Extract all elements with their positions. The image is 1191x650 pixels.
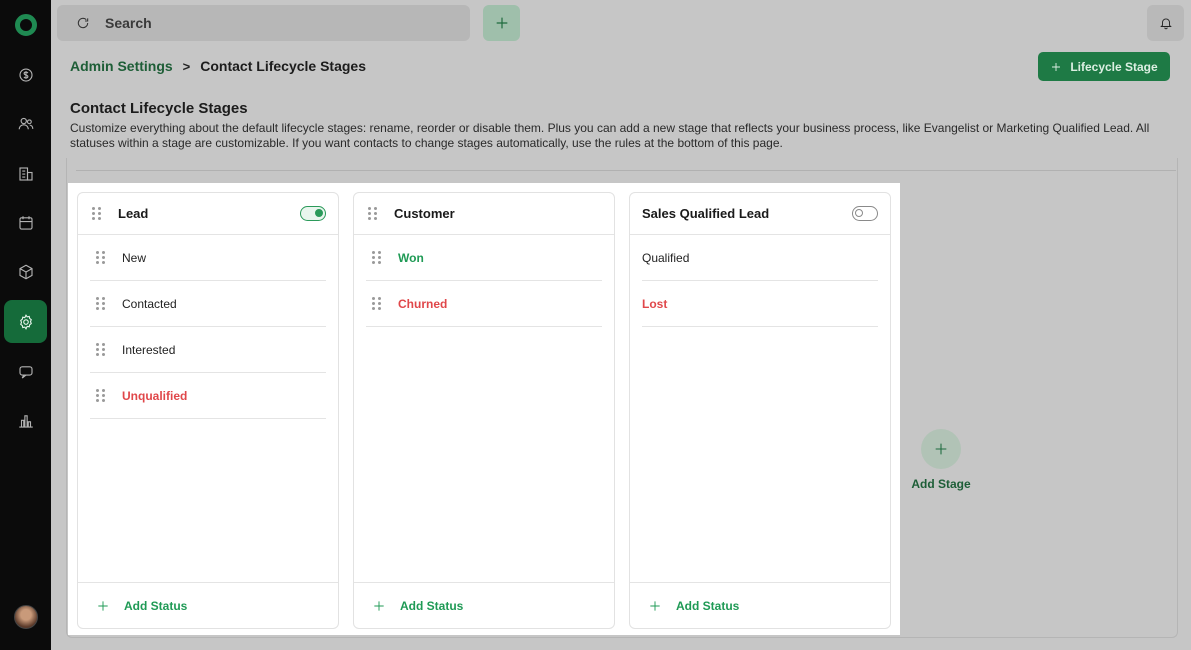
- stage-name[interactable]: Sales Qualified Lead: [642, 206, 769, 221]
- status-label: Qualified: [642, 250, 690, 265]
- conversations-icon[interactable]: [4, 350, 47, 393]
- app-logo-icon[interactable]: [15, 14, 37, 36]
- settings-icon[interactable]: [4, 300, 47, 343]
- breadcrumb-current: Contact Lifecycle Stages: [200, 58, 366, 74]
- drag-handle-icon[interactable]: [368, 206, 378, 221]
- quick-add-button[interactable]: [483, 5, 520, 41]
- status-row[interactable]: Churned: [366, 281, 602, 327]
- plus-icon: [1052, 62, 1061, 71]
- products-icon[interactable]: [4, 250, 47, 293]
- calendar-icon[interactable]: [4, 201, 47, 244]
- stage-card-sales-qualified-lead: Sales Qualified Lead Qualified Lost Add …: [629, 192, 891, 629]
- add-status-button[interactable]: Add Status: [354, 582, 614, 628]
- search-input[interactable]: Search: [57, 5, 470, 41]
- drag-handle-icon[interactable]: [96, 342, 106, 357]
- reports-icon[interactable]: [4, 399, 47, 442]
- avatar[interactable]: [14, 605, 38, 629]
- add-lifecycle-stage-button[interactable]: Lifecycle Stage: [1038, 52, 1170, 81]
- stage-header: Sales Qualified Lead: [630, 193, 890, 235]
- status-label: Won: [398, 250, 424, 265]
- stage-enabled-toggle[interactable]: [852, 206, 878, 221]
- drag-handle-icon[interactable]: [372, 296, 382, 311]
- stage-enabled-toggle[interactable]: [300, 206, 326, 221]
- status-label: New: [122, 250, 147, 265]
- stage-card-lead: Lead New Contacted Interested Unqualifie…: [77, 192, 339, 629]
- stage-name[interactable]: Lead: [118, 206, 148, 221]
- add-status-label: Add Status: [124, 598, 188, 613]
- stage-header: Customer: [354, 193, 614, 235]
- divider: [76, 170, 1176, 171]
- status-row[interactable]: Qualified: [642, 235, 878, 281]
- add-lifecycle-stage-label: Lifecycle Stage: [1070, 59, 1158, 74]
- drag-handle-icon[interactable]: [96, 388, 106, 403]
- plus-icon: [650, 600, 660, 611]
- chevron-right-icon: >: [182, 58, 191, 74]
- status-label: Interested: [122, 342, 176, 357]
- plus-icon: [496, 17, 507, 29]
- drag-handle-icon[interactable]: [96, 296, 106, 311]
- sales-icon[interactable]: [4, 53, 47, 96]
- stage-name[interactable]: Customer: [394, 206, 455, 221]
- drag-handle-icon[interactable]: [92, 206, 102, 221]
- add-status-button[interactable]: Add Status: [630, 582, 890, 628]
- plus-icon: [374, 600, 384, 611]
- add-status-label: Add Status: [400, 598, 464, 613]
- breadcrumb-admin-settings[interactable]: Admin Settings: [70, 58, 173, 74]
- status-label: Contacted: [122, 296, 177, 311]
- add-stage-button[interactable]: Add Stage: [905, 429, 977, 491]
- status-row[interactable]: Lost: [642, 281, 878, 327]
- page-description: Customize everything about the default l…: [70, 121, 1150, 150]
- status-label: Churned: [398, 296, 448, 311]
- status-row[interactable]: Contacted: [90, 281, 326, 327]
- add-stage-circle[interactable]: [921, 429, 961, 469]
- status-row[interactable]: New: [90, 235, 326, 281]
- drag-handle-icon[interactable]: [372, 250, 382, 265]
- status-label: Unqualified: [122, 388, 188, 403]
- search-icon: [77, 17, 89, 29]
- plus-icon: [935, 443, 947, 455]
- add-status-label: Add Status: [676, 598, 740, 613]
- status-row[interactable]: Unqualified: [90, 373, 326, 419]
- status-label: Lost: [642, 296, 668, 311]
- search-placeholder: Search: [105, 15, 152, 31]
- notifications-button[interactable]: [1147, 5, 1184, 41]
- drag-handle-icon[interactable]: [96, 250, 106, 265]
- contacts-icon[interactable]: [4, 102, 47, 145]
- status-row[interactable]: Won: [366, 235, 602, 281]
- status-row[interactable]: Interested: [90, 327, 326, 373]
- bell-icon: [1159, 18, 1172, 30]
- breadcrumb: Admin Settings > Contact Lifecycle Stage…: [70, 58, 366, 74]
- page-title: Contact Lifecycle Stages: [70, 100, 248, 117]
- add-stage-label: Add Stage: [911, 477, 971, 491]
- add-status-button[interactable]: Add Status: [78, 582, 338, 628]
- stage-card-customer: Customer Won Churned Add Status: [353, 192, 615, 629]
- stage-header: Lead: [78, 193, 338, 235]
- plus-icon: [98, 600, 108, 611]
- sidebar: [0, 0, 51, 650]
- companies-icon[interactable]: [4, 152, 47, 195]
